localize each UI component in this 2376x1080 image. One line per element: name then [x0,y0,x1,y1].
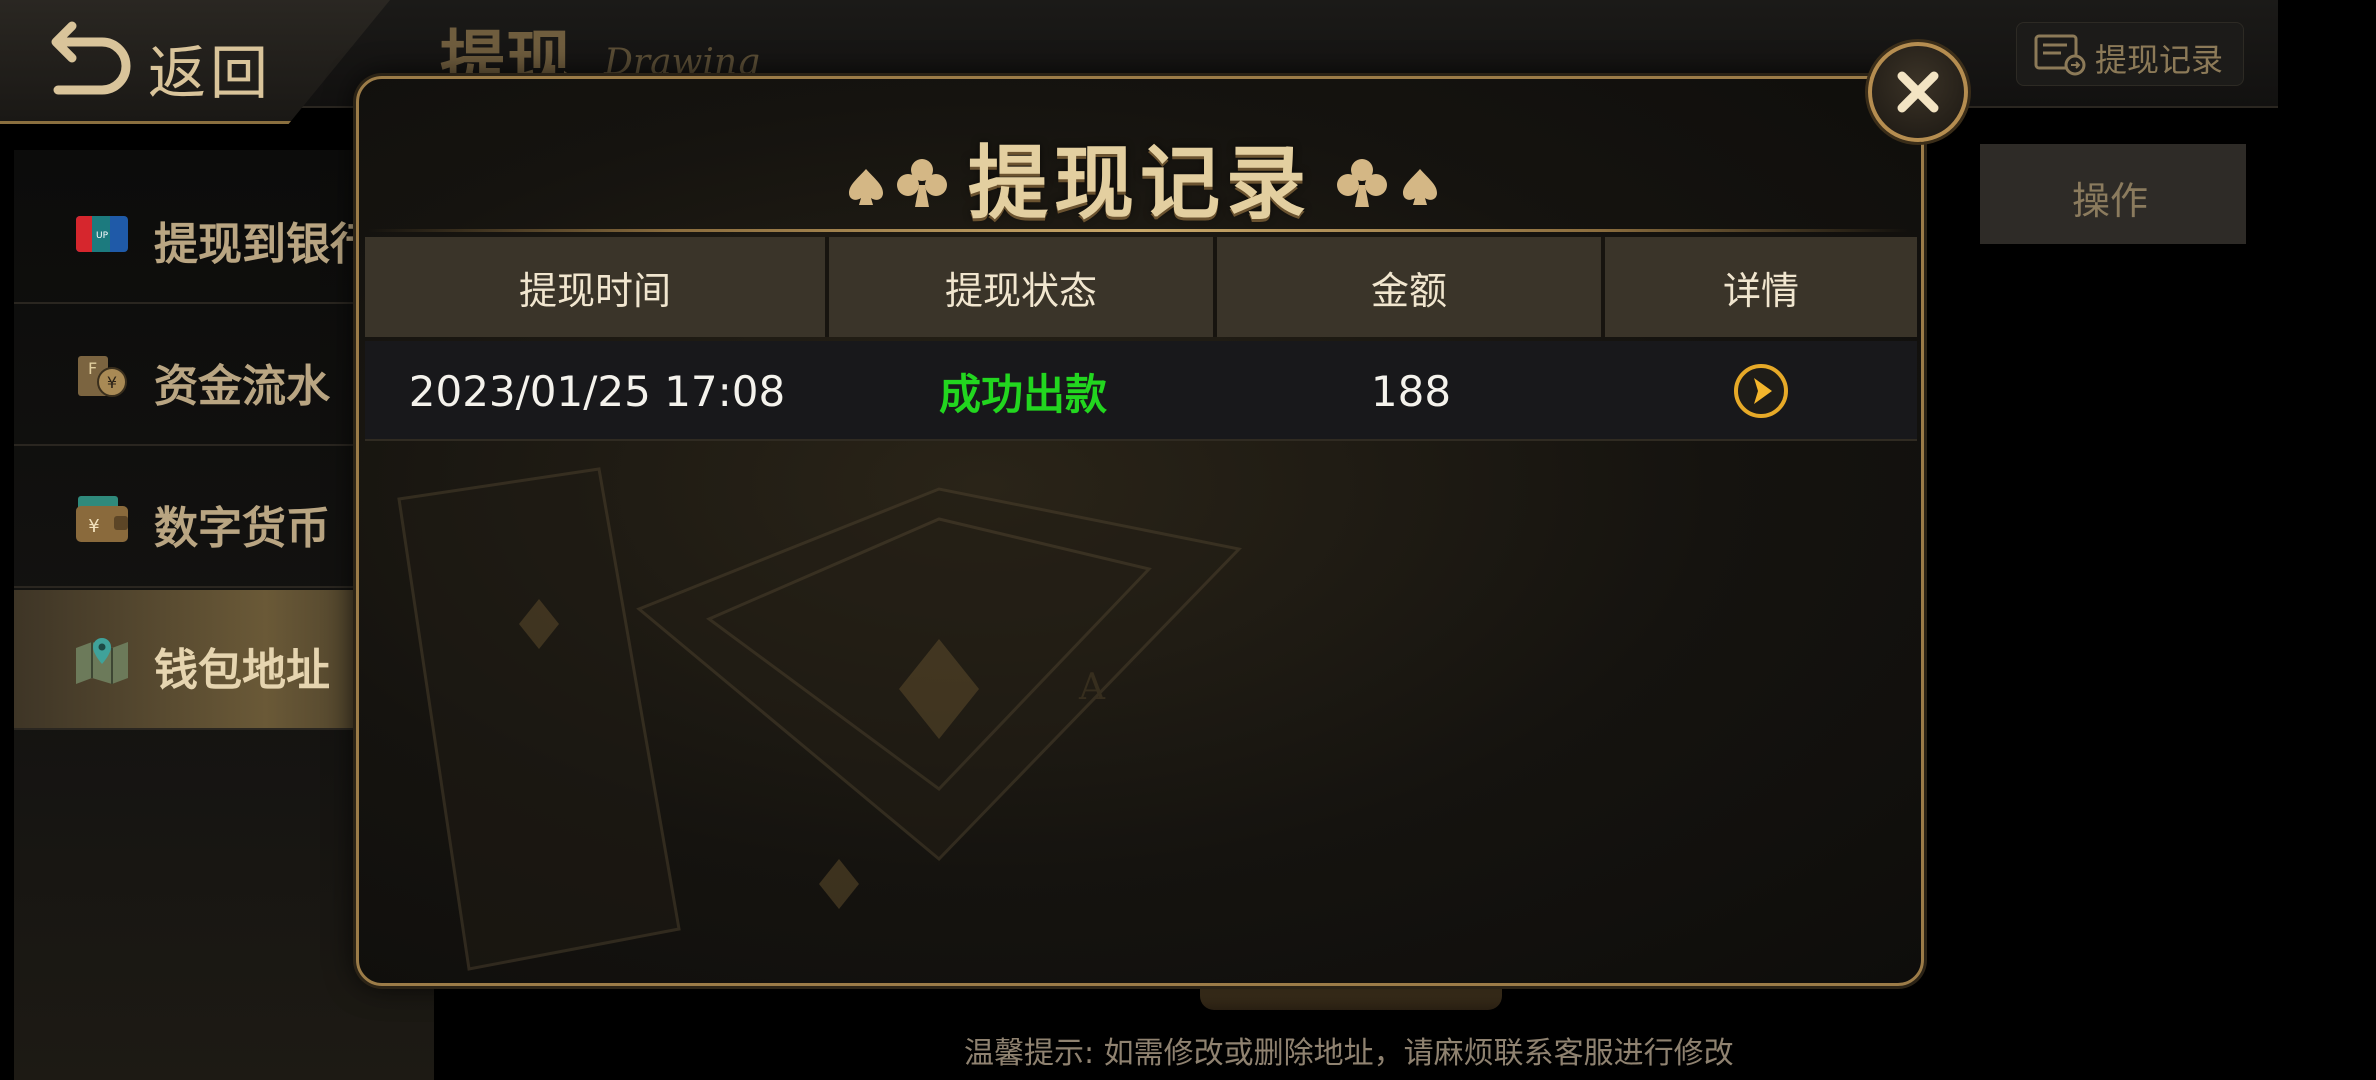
row-time: 2023/01/25 17:08 [408,366,786,416]
modal-title-area: 提现记录 [359,119,1921,230]
wallet-yen-icon: ¥ [76,496,128,542]
club-icon [897,159,947,207]
sidebar-item-label: 提现到银行 [154,219,374,270]
back-arrow-icon [51,21,131,95]
svg-text:F: F [88,359,97,378]
table-row: 2023/01/25 17:08 成功出款 188 [365,341,1917,441]
title-divider [369,229,1909,232]
withdraw-record-button[interactable]: 提现记录 [2016,22,2244,86]
column-header-amount: 金额 [1217,237,1605,337]
spade-icon [849,169,883,205]
club-icon [1337,159,1387,207]
column-header-status: 提现状态 [829,237,1217,337]
svg-text:¥: ¥ [88,516,99,537]
sidebar-item-label: 资金流水 [154,361,330,412]
withdraw-record-modal: A 提现记录 提现时间 提现状态 金额 详情 2023/01/25 17:08 … [356,76,1924,986]
spade-icon [1403,169,1437,205]
svg-text:A: A [1078,667,1106,708]
close-button[interactable] [1868,42,1968,142]
column-header-time: 提现时间 [365,237,829,337]
sidebar-item-label: 数字货币 [154,503,330,554]
svg-text:UP: UP [96,231,109,241]
row-status: 成功出款 [938,369,1107,419]
arrow-right-circle-icon[interactable] [1732,362,1790,420]
ops-column-label: 操作 [2072,179,2149,223]
withdraw-record-label: 提现记录 [2095,41,2224,79]
unionpay-card-icon: UP [76,216,128,252]
table-header: 提现时间 提现状态 金额 详情 [365,237,1917,337]
close-icon [1897,71,1939,113]
map-location-icon [76,638,128,684]
fund-flow-icon: ¥ F [78,356,127,397]
back-label: 返回 [148,39,273,107]
sidebar-item-label: 钱包地址 [154,645,330,696]
playing-cards-background-art: A [397,467,1242,971]
column-header-detail: 详情 [1605,237,1917,337]
row-amount: 188 [1370,366,1452,416]
modal-title: 提现记录 [968,137,1312,230]
hint-text: 温馨提示: 如需修改或删除地址，请麻烦联系客服进行修改 [964,1036,1734,1071]
row-detail-cell [1605,341,1917,441]
svg-text:¥: ¥ [107,373,117,392]
record-list-icon [2034,34,2086,76]
